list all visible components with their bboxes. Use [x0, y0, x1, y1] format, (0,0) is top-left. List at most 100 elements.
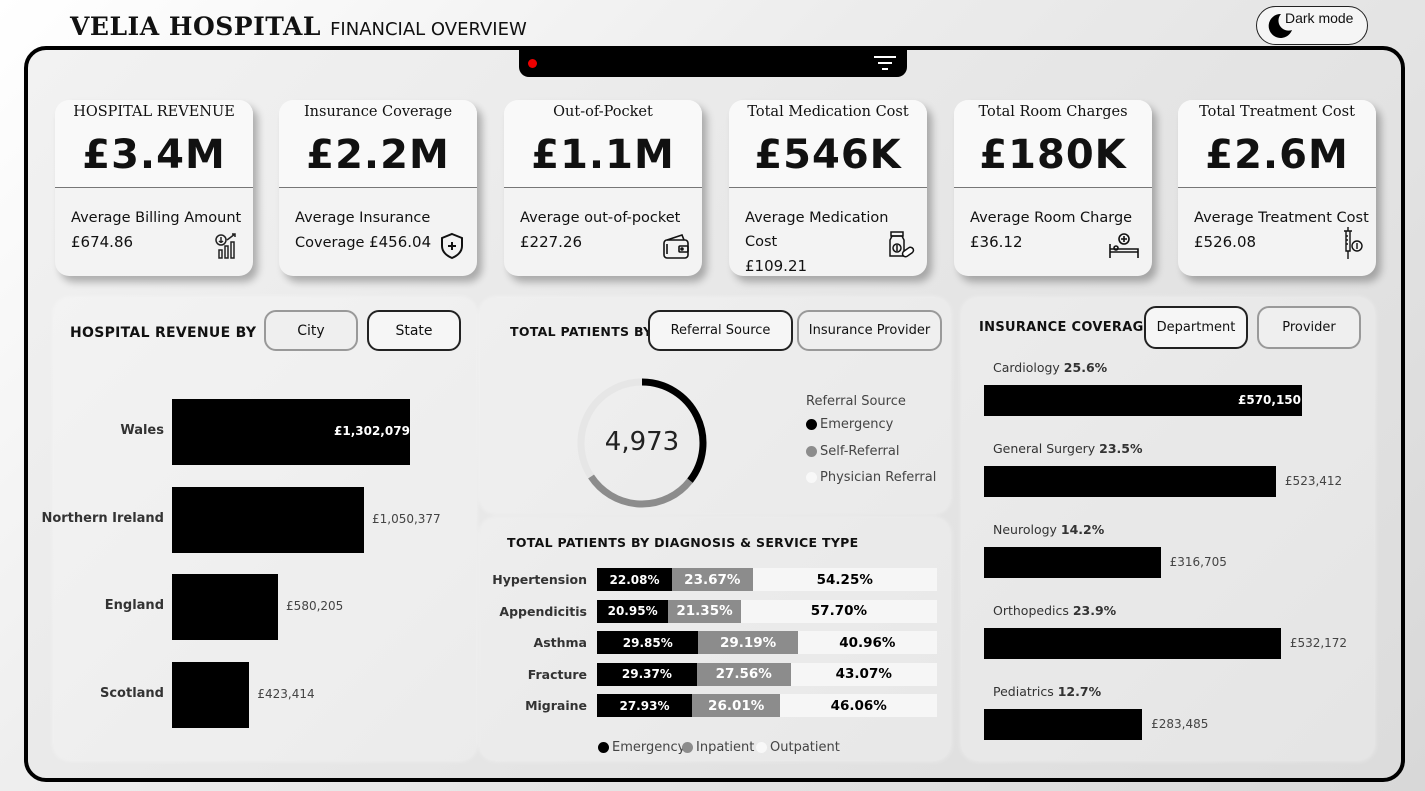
- insurance-category-label: General Surgery 23.5%: [993, 441, 1143, 456]
- kpi-avg-value: £227.26: [520, 233, 583, 251]
- diagnosis-segment-inpatient: 29.19%: [698, 631, 798, 654]
- insurance-category-name: Orthopedics: [993, 603, 1073, 618]
- hospital-bed-icon: [1108, 232, 1140, 264]
- kpi-value: £2.2M: [306, 132, 450, 178]
- diagnosis-category-label: Appendicitis: [499, 603, 587, 619]
- insurance-category-label: Orthopedics 23.9%: [993, 603, 1116, 618]
- donut-center-total: 4,973: [605, 427, 679, 457]
- filter-icon[interactable]: [874, 55, 896, 74]
- diagnosis-segment-emergency: 20.95%: [597, 599, 669, 623]
- toggle-referral-source[interactable]: Referral Source: [648, 310, 793, 351]
- revenue-bar: [172, 661, 250, 728]
- kpi-title: Total Room Charges: [978, 104, 1128, 120]
- insurance-value-label: £523,412: [1284, 474, 1343, 488]
- insurance-bar: [984, 547, 1161, 578]
- kpi-avg-value: £456.04: [369, 233, 432, 251]
- revenue-value-label: £1,302,079: [334, 424, 410, 438]
- kpi-avg-label: Average Medication Cost: [745, 210, 889, 250]
- kpi-avg-label: Average Billing Amount: [71, 210, 242, 226]
- toggle-state[interactable]: State: [367, 310, 461, 351]
- dark-mode-toggle[interactable]: Dark mode: [1256, 6, 1368, 45]
- toggle-city[interactable]: City: [264, 310, 358, 351]
- revenue-value-label: £1,050,377: [371, 511, 441, 526]
- legend-item-outpatient: Outpatient: [756, 740, 840, 755]
- title-main: VELIA HOSPITAL: [70, 12, 321, 41]
- top-toolbar: [519, 46, 907, 77]
- kpi-value: £180K: [979, 132, 1127, 178]
- revenue-value-label: £580,205: [286, 599, 344, 613]
- kpi-card-hospital-revenue: HOSPITAL REVENUE £3.4M Average Billing A…: [55, 100, 253, 276]
- revenue-category-label: England: [104, 598, 164, 613]
- insurance-panel: INSURANCE COVERAGE Department Provider C…: [962, 298, 1374, 760]
- legend-dot: [806, 419, 817, 430]
- insurance-panel-title: INSURANCE COVERAGE: [979, 320, 1153, 335]
- legend-dot: [682, 742, 693, 753]
- status-dot: [528, 59, 537, 68]
- diagnosis-category-label: Fracture: [527, 666, 587, 682]
- diagnosis-category-label: Asthma: [533, 635, 587, 650]
- revenue-category-label: Wales: [120, 423, 164, 438]
- title-sub: FINANCIAL OVERVIEW: [330, 19, 527, 40]
- patients-panel: TOTAL PATIENTS BY Referral Source Insura…: [480, 298, 950, 513]
- diagnosis-segment-inpatient: 26.01%: [691, 694, 781, 717]
- legend-item-physician-referral: Physician Referral: [806, 470, 936, 485]
- insurance-category-label: Cardiology 25.6%: [993, 360, 1107, 375]
- kpi-title: Total Treatment Cost: [1199, 104, 1355, 120]
- kpi-card-medication-cost: Total Medication Cost £546K Average Medi…: [729, 100, 927, 276]
- syringe-icon: [1338, 226, 1364, 264]
- insurance-category-share: 23.9%: [1072, 603, 1117, 618]
- revenue-chart-icon: [213, 232, 241, 264]
- diagnosis-segment-outpatient: 54.25%: [752, 568, 937, 591]
- kpi-title: Out-of-Pocket: [553, 104, 653, 120]
- dashboard-title: VELIA HOSPITAL FINANCIAL OVERVIEW: [70, 12, 527, 41]
- insurance-category-share: 12.7%: [1057, 684, 1102, 699]
- insurance-bar: [984, 709, 1143, 740]
- diagnosis-panel-title: TOTAL PATIENTS BY DIAGNOSIS & SERVICE TY…: [507, 535, 859, 550]
- diagnosis-segment-inpatient: 27.56%: [696, 662, 791, 686]
- kpi-avg-value: £526.08: [1194, 233, 1257, 251]
- insurance-value-label: £532,172: [1289, 636, 1348, 650]
- medication-bottle-icon: [887, 230, 915, 264]
- diagnosis-segment-emergency: 29.37%: [597, 662, 697, 686]
- diagnosis-segment-emergency: 27.93%: [597, 694, 692, 717]
- insurance-category-name: Neurology: [993, 522, 1061, 537]
- kpi-title: Total Medication Cost: [747, 104, 909, 120]
- diagnosis-segment-outpatient: 43.07%: [790, 662, 937, 686]
- revenue-category-label: Northern Ireland: [41, 510, 164, 526]
- legend-item-self-referral: Self-Referral: [806, 444, 899, 459]
- insurance-value-label: £316,705: [1169, 555, 1227, 569]
- kpi-avg-label: Average Room Charge: [970, 210, 1133, 226]
- legend-dot: [806, 472, 817, 483]
- toggle-insurance-provider[interactable]: Insurance Provider: [797, 310, 942, 351]
- kpi-avg-value: £109.21: [745, 257, 808, 275]
- kpi-avg-value: £674.86: [71, 233, 134, 251]
- kpi-value: £546K: [754, 132, 902, 178]
- patients-donut-chart: 4,973: [577, 378, 707, 508]
- wallet-icon: [662, 234, 690, 264]
- insurance-category-name: General Surgery: [993, 441, 1100, 456]
- insurance-category-label: Pediatrics 12.7%: [993, 684, 1101, 699]
- diagnosis-segment-emergency: 29.85%: [597, 631, 699, 654]
- insurance-category-share: 14.2%: [1060, 522, 1105, 537]
- diagnosis-segment-inpatient: 23.67%: [672, 568, 753, 591]
- insurance-bar: [984, 628, 1281, 659]
- insurance-value-label: £570,150: [1238, 393, 1302, 407]
- diagnosis-segment-outpatient: 46.06%: [780, 694, 937, 717]
- diagnosis-segment-outpatient: 40.96%: [797, 631, 937, 654]
- dark-mode-label: Dark mode: [1285, 10, 1354, 26]
- shield-plus-icon: [439, 232, 465, 264]
- revenue-panel-title: HOSPITAL REVENUE BY: [70, 325, 257, 341]
- donut-legend-title: Referral Source: [806, 394, 906, 409]
- toggle-provider[interactable]: Provider: [1257, 306, 1361, 349]
- insurance-category-share: 25.6%: [1063, 360, 1108, 375]
- insurance-bar: [984, 466, 1276, 497]
- kpi-value: £3.4M: [82, 132, 226, 178]
- diagnosis-panel: TOTAL PATIENTS BY DIAGNOSIS & SERVICE TY…: [480, 518, 950, 760]
- kpi-avg-value: £36.12: [970, 233, 1023, 251]
- insurance-category-label: Neurology 14.2%: [993, 522, 1104, 537]
- revenue-panel: HOSPITAL REVENUE BY City State Wales £1,3…: [41, 298, 476, 760]
- toggle-department[interactable]: Department: [1144, 306, 1248, 349]
- donut-slice-self-referral: [588, 474, 693, 508]
- revenue-category-label: Scotland: [99, 685, 164, 701]
- insurance-category-share: 23.5%: [1099, 441, 1143, 456]
